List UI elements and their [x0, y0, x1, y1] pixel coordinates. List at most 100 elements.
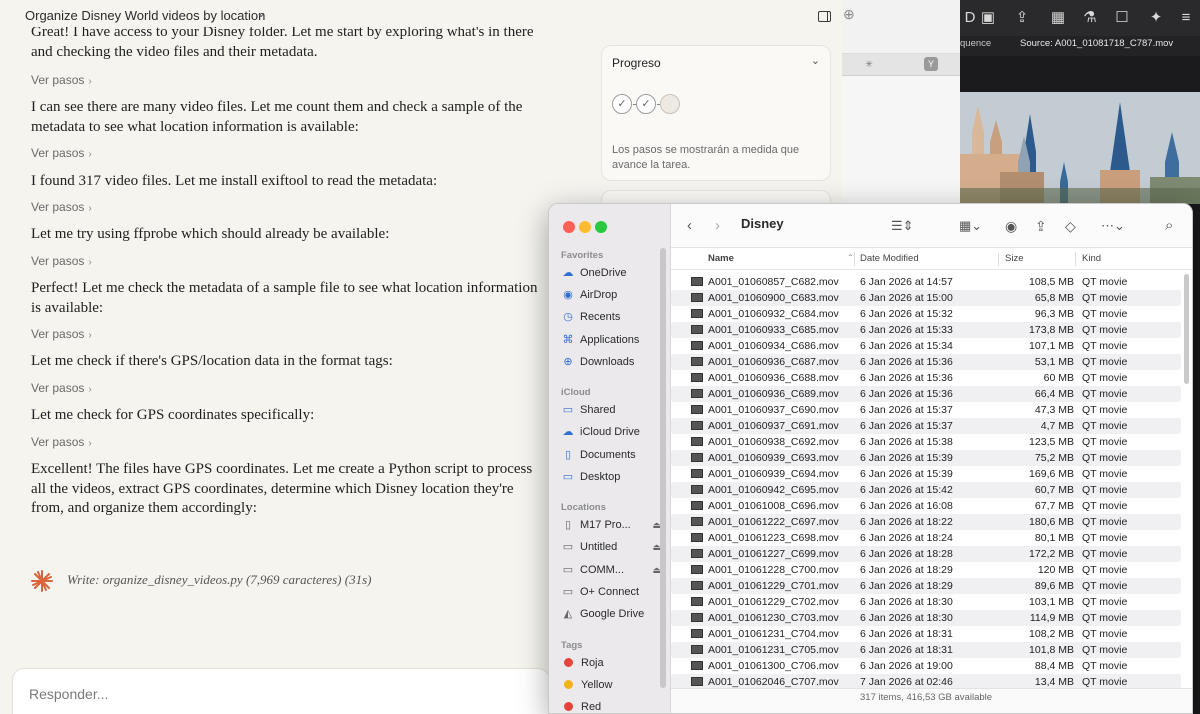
conversation-title[interactable]: Organize Disney World videos by location: [25, 8, 265, 23]
view-steps-link[interactable]: Ver pasos ›: [31, 254, 92, 268]
chevron-down-icon[interactable]: ⌄: [811, 54, 820, 67]
file-row[interactable]: A001_01061228_C700.mov 6 Jan 2026 at 18:2…: [671, 562, 1181, 578]
airdrop-icon[interactable]: ◉: [1005, 216, 1017, 236]
progress-panel: Progreso ⌄ ✓ ✓ Los pasos se mostrarán a …: [601, 45, 831, 181]
sidebar-item-onedrive[interactable]: ☁ OneDrive: [561, 263, 669, 283]
sidebar-scrollbar[interactable]: [660, 248, 666, 688]
file-row[interactable]: A001_01061230_C703.mov 6 Jan 2026 at 18:3…: [671, 610, 1181, 626]
file-row[interactable]: A001_01060934_C686.mov 6 Jan 2026 at 15:3…: [671, 338, 1181, 354]
file-row[interactable]: A001_01060937_C690.mov 6 Jan 2026 at 15:3…: [671, 402, 1181, 418]
sidebar-item-documents[interactable]: ▯ Documents: [561, 445, 669, 465]
video-preview[interactable]: [960, 92, 1200, 204]
tool-call-line[interactable]: Write: organize_disney_videos.py (7,969 …: [67, 572, 371, 588]
file-row[interactable]: A001_01061008_C696.mov 6 Jan 2026 at 16:0…: [671, 498, 1181, 514]
media-icon[interactable]: ▦: [1048, 8, 1068, 28]
movie-file-icon: [691, 501, 703, 510]
download-icon[interactable]: ⊕: [843, 6, 855, 23]
reply-input-placeholder[interactable]: Responder...: [29, 686, 108, 702]
magic-icon[interactable]: ✦: [1146, 8, 1166, 28]
close-button[interactable]: [563, 221, 575, 233]
view-steps-link[interactable]: Ver pasos ›: [31, 327, 92, 341]
file-row[interactable]: A001_01061231_C705.mov 6 Jan 2026 at 18:3…: [671, 642, 1181, 658]
sidebar-item-shared[interactable]: ▭ Shared: [561, 400, 669, 420]
d-icon[interactable]: D: [960, 8, 980, 28]
view-steps-link[interactable]: Ver pasos ›: [31, 73, 92, 87]
zoom-button[interactable]: [595, 221, 607, 233]
file-row[interactable]: A001_01061300_C706.mov 6 Jan 2026 at 19:0…: [671, 658, 1181, 674]
minimize-button[interactable]: [579, 221, 591, 233]
tab-favicon-y[interactable]: Y: [924, 57, 938, 71]
file-row[interactable]: A001_01060936_C688.mov 6 Jan 2026 at 15:3…: [671, 370, 1181, 386]
view-steps-link[interactable]: Ver pasos ›: [31, 200, 92, 214]
sidebar-item-recents[interactable]: ◷ Recents: [561, 307, 669, 327]
chat-icon[interactable]: ☐: [1112, 8, 1132, 28]
file-date: 6 Jan 2026 at 15:00: [860, 292, 953, 304]
chevron-down-icon[interactable]: ⌄: [256, 6, 266, 20]
file-row[interactable]: A001_01060932_C684.mov 6 Jan 2026 at 15:3…: [671, 306, 1181, 322]
sidebar-item-o-connect[interactable]: ▭ O+ Connect: [561, 582, 669, 602]
more-actions-icon[interactable]: ⋯⌄: [1101, 216, 1125, 236]
file-size: 66,4 MB: [1034, 388, 1074, 400]
file-row[interactable]: A001_01061222_C697.mov 6 Jan 2026 at 18:2…: [671, 514, 1181, 530]
sidebar-toggle-icon[interactable]: [818, 11, 831, 22]
column-kind[interactable]: Kind: [1082, 253, 1101, 264]
file-row[interactable]: A001_01060942_C695.mov 6 Jan 2026 at 15:4…: [671, 482, 1181, 498]
file-row[interactable]: A001_01061231_C704.mov 6 Jan 2026 at 18:3…: [671, 626, 1181, 642]
column-size[interactable]: Size: [1005, 253, 1023, 264]
sidebar-item-desktop[interactable]: ▭ Desktop: [561, 467, 669, 487]
file-row[interactable]: A001_01060933_C685.mov 6 Jan 2026 at 15:3…: [671, 322, 1181, 338]
sidebar-tag-red[interactable]: Red: [561, 697, 669, 713]
view-steps-link[interactable]: Ver pasos ›: [31, 146, 92, 160]
file-kind: QT movie: [1082, 308, 1128, 320]
file-row[interactable]: A001_01060936_C687.mov 6 Jan 2026 at 15:3…: [671, 354, 1181, 370]
finder-window: Favorites ☁ OneDrive ◉ AirDrop ◷ Recents ⌘ A…: [548, 203, 1193, 714]
search-icon[interactable]: ⌕: [1165, 216, 1173, 236]
file-row[interactable]: A001_01060900_C683.mov 6 Jan 2026 at 15:0…: [671, 290, 1181, 306]
file-row[interactable]: A001_01061227_C699.mov 6 Jan 2026 at 18:2…: [671, 546, 1181, 562]
file-row[interactable]: A001_01061229_C702.mov 6 Jan 2026 at 18:3…: [671, 594, 1181, 610]
file-list-scrollbar[interactable]: [1184, 274, 1189, 384]
file-kind: QT movie: [1082, 420, 1128, 432]
share-icon[interactable]: ⇪: [1035, 216, 1047, 236]
progress-title: Progreso: [612, 56, 661, 70]
back-icon[interactable]: ‹: [687, 216, 692, 236]
file-kind: QT movie: [1082, 388, 1128, 400]
tab-favicon[interactable]: ✳: [862, 57, 876, 71]
file-row[interactable]: A001_01061229_C701.mov 6 Jan 2026 at 18:2…: [671, 578, 1181, 594]
view-steps-link[interactable]: Ver pasos ›: [31, 435, 92, 449]
sidebar-item-applications[interactable]: ⌘ Applications: [561, 330, 669, 350]
sidebar-tag-yellow[interactable]: Yellow: [561, 675, 669, 695]
column-date[interactable]: Date Modified: [860, 253, 919, 264]
file-row[interactable]: A001_01060857_C682.mov 6 Jan 2026 at 14:5…: [671, 274, 1181, 290]
view-steps-link[interactable]: Ver pasos ›: [31, 381, 92, 395]
column-name[interactable]: Name: [708, 253, 734, 264]
file-row[interactable]: A001_01061223_C698.mov 6 Jan 2026 at 18:2…: [671, 530, 1181, 546]
file-row[interactable]: A001_01060937_C691.mov 6 Jan 2026 at 15:3…: [671, 418, 1181, 434]
sidebar-item-google-drive[interactable]: ◭ Google Drive: [561, 604, 669, 624]
chevron-right-icon: ›: [88, 149, 92, 160]
file-row[interactable]: A001_01060939_C693.mov 6 Jan 2026 at 15:3…: [671, 450, 1181, 466]
view-steps-label: Ver pasos: [31, 254, 85, 268]
tag-icon[interactable]: ◇: [1065, 216, 1076, 236]
file-row[interactable]: A001_01060938_C692.mov 6 Jan 2026 at 15:3…: [671, 434, 1181, 450]
sidebar-item-airdrop[interactable]: ◉ AirDrop: [561, 285, 669, 305]
forward-icon[interactable]: ›: [715, 216, 720, 236]
list-view-icon[interactable]: ☰⇕: [891, 216, 914, 236]
file-row[interactable]: A001_01060936_C689.mov 6 Jan 2026 at 15:3…: [671, 386, 1181, 402]
sidebar-toggle-icon[interactable]: ▣: [978, 8, 998, 28]
adjust-icon[interactable]: ≡: [1176, 8, 1196, 28]
sidebar-item-untitled[interactable]: ▭ Untitled ⏏: [561, 537, 669, 557]
sidebar-item-label: AirDrop: [580, 289, 618, 301]
group-icon[interactable]: ▦⌄: [959, 216, 982, 236]
file-name: A001_01060937_C691.mov: [708, 420, 839, 432]
sidebar-item-downloads[interactable]: ⊕ Downloads: [561, 352, 669, 372]
sidebar-item-comm[interactable]: ▭ COMM... ⏏: [561, 560, 669, 580]
movie-file-icon: [691, 565, 703, 574]
share-icon[interactable]: ⇪: [1012, 8, 1032, 28]
file-row[interactable]: A001_01060939_C694.mov 6 Jan 2026 at 15:3…: [671, 466, 1181, 482]
flask-icon[interactable]: ⚗: [1080, 8, 1100, 28]
sidebar-item-m17-pro[interactable]: ▯ M17 Pro... ⏏: [561, 515, 669, 535]
reply-composer[interactable]: Responder...: [12, 668, 550, 714]
sidebar-item-icloud-drive[interactable]: ☁ iCloud Drive: [561, 422, 669, 442]
sidebar-tag-roja[interactable]: Roja: [561, 653, 669, 673]
